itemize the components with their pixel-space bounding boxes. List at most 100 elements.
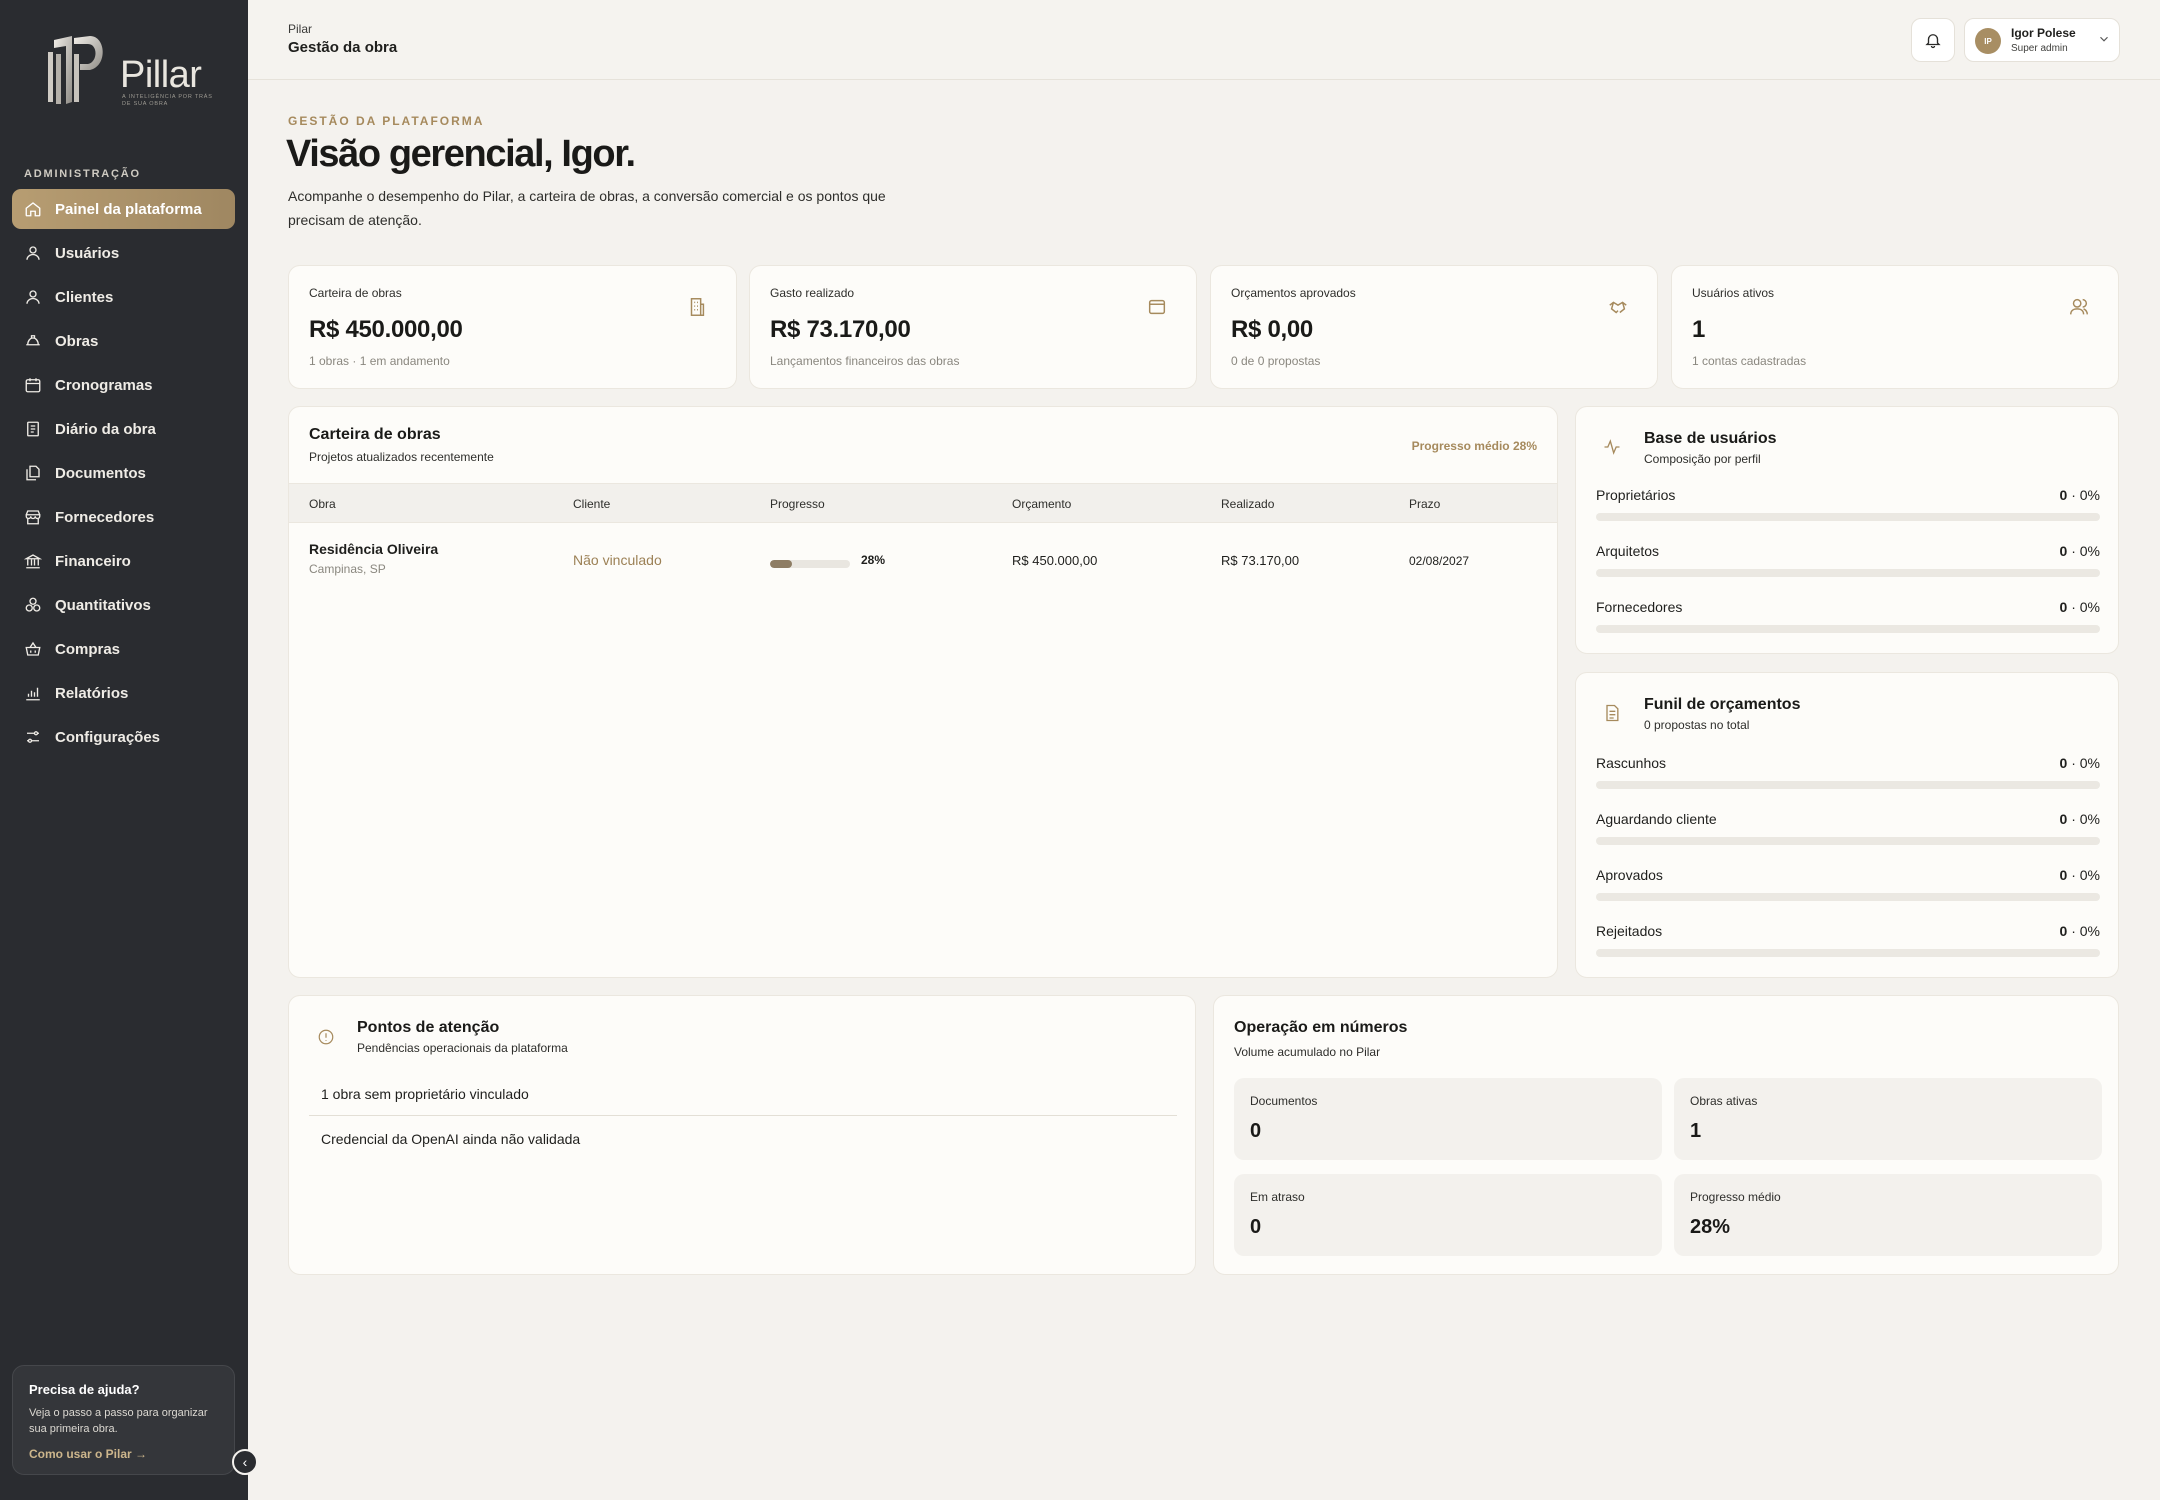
stat-value: 0 · 0% [2059, 755, 2100, 771]
stat-percent: 0% [2079, 867, 2100, 883]
column-header[interactable]: Progresso [770, 497, 825, 511]
stat-row: Rascunhos 0 · 0% [1596, 755, 2100, 789]
blocks-icon [24, 596, 42, 614]
sidebar-item-label: Diário da obra [55, 420, 156, 438]
sidebar-item-label: Painel da plataforma [55, 200, 202, 218]
operations-title: Operação em números [1234, 1019, 1408, 1036]
sidebar-item-financeiro[interactable]: Financeiro [12, 541, 235, 581]
column-header[interactable]: Cliente [573, 497, 610, 511]
sidebar-item-label: Relatórios [55, 684, 129, 702]
breadcrumb-current: Gestão da obra [288, 39, 398, 56]
attention-item[interactable]: Credencial da OpenAI ainda não validada [321, 1131, 580, 1147]
sidebar-section-label: ADMINISTRAÇÃO [24, 168, 141, 180]
kpi-label: Carteira de obras [309, 286, 402, 300]
stat-percent: 0% [2079, 811, 2100, 827]
stat-row: Proprietários 0 · 0% [1596, 487, 2100, 521]
sidebar-item-painel[interactable]: Painel da plataforma [12, 189, 235, 229]
kpi-card-users: Usuários ativos 1 1 contas cadastradas [1671, 265, 2119, 389]
sidebar-item-label: Clientes [55, 288, 114, 306]
stat-percent: 0% [2079, 755, 2100, 771]
column-header[interactable]: Obra [309, 497, 336, 511]
notifications-button[interactable] [1911, 18, 1955, 62]
sidebar-item-fornecedores[interactable]: Fornecedores [12, 497, 235, 537]
funnel-title: Funil de orçamentos [1644, 696, 1801, 713]
metric-tile-delayed: Em atraso 0 [1234, 1174, 1662, 1256]
portfolio-card: Carteira de obras Projetos atualizados r… [288, 406, 1558, 978]
metric-tile-avg-progress: Progresso médio 28% [1674, 1174, 2102, 1256]
user-menu-button[interactable]: IP Igor Polese Super admin [1964, 18, 2120, 62]
project-location: Campinas, SP [309, 562, 386, 576]
help-link[interactable]: Como usar o Pilar → [29, 1447, 218, 1461]
sidebar-item-label: Financeiro [55, 552, 131, 570]
sidebar-item-diario[interactable]: Diário da obra [12, 409, 235, 449]
kpi-label: Gasto realizado [770, 286, 855, 300]
stat-row: Aguardando cliente 0 · 0% [1596, 811, 2100, 845]
user-name: Igor Polese [2011, 26, 2076, 40]
column-header[interactable]: Orçamento [1012, 497, 1071, 511]
metric-tile-active-projects: Obras ativas 1 [1674, 1078, 2102, 1160]
collapse-sidebar-button[interactable]: ‹ [232, 1449, 258, 1475]
sidebar-item-configuracoes[interactable]: Configurações [12, 717, 235, 757]
user-base-title: Base de usuários [1644, 430, 1777, 447]
document-icon [1606, 704, 1619, 722]
sidebar-item-label: Compras [55, 640, 121, 658]
sidebar-item-compras[interactable]: Compras [12, 629, 235, 669]
stat-count: 0 [2059, 599, 2068, 615]
sidebar-item-relatorios[interactable]: Relatórios [12, 673, 235, 713]
page-title: Visão gerencial, Igor. [286, 133, 636, 175]
attention-item[interactable]: 1 obra sem proprietário vinculado [321, 1086, 529, 1102]
stat-value: 0 · 0% [2059, 487, 2100, 503]
sidebar-nav: Painel da plataforma Usuários Clientes O… [12, 189, 235, 761]
journal-icon [24, 420, 42, 438]
stat-value: 0 · 0% [2059, 867, 2100, 883]
kpi-label: Orçamentos aprovados [1231, 286, 1356, 300]
operations-subtitle: Volume acumulado no Pilar [1234, 1045, 1381, 1059]
sidebar-item-label: Fornecedores [55, 508, 155, 526]
basket-icon [24, 640, 42, 658]
metric-label: Em atraso [1250, 1190, 1305, 1204]
kpi-value: R$ 73.170,00 [770, 316, 911, 343]
page-eyebrow: GESTÃO DA PLATAFORMA [288, 114, 485, 128]
sidebar-item-label: Cronogramas [55, 376, 153, 394]
topbar: Pilar Gestão da obra IP Igor Polese Supe… [248, 0, 2160, 80]
stat-bar [1596, 837, 2100, 845]
breadcrumb-parent[interactable]: Pilar [288, 22, 312, 36]
chart-icon [24, 684, 42, 702]
project-budget: R$ 450.000,00 [1012, 553, 1098, 568]
stat-bar [1596, 625, 2100, 633]
budget-funnel-card: Funil de orçamentos 0 propostas no total… [1575, 672, 2119, 978]
help-text: Veja o passo a passo para organizar sua … [29, 1407, 208, 1435]
sidebar-item-documentos[interactable]: Documentos [12, 453, 235, 493]
stat-count: 0 [2059, 755, 2068, 771]
stat-bar [1596, 513, 2100, 521]
project-client[interactable]: Não vinculado [573, 552, 662, 568]
metric-label: Progresso médio [1690, 1190, 1781, 1204]
column-header[interactable]: Realizado [1221, 497, 1274, 511]
brand-logo[interactable]: Pillar A INTELIGÊNCIA POR TRÁS DE SUA OB… [44, 32, 214, 112]
project-name[interactable]: Residência Oliveira [309, 541, 438, 557]
wallet-icon [1148, 299, 1166, 315]
kpi-subtext: 1 contas cadastradas [1692, 354, 1807, 368]
stat-count: 0 [2059, 487, 2068, 503]
sidebar-item-quantitativos[interactable]: Quantitativos [12, 585, 235, 625]
users-icon [2070, 298, 2088, 315]
table-row[interactable]: Residência Oliveira Campinas, SP Não vin… [289, 525, 1557, 595]
user-icon [24, 244, 42, 262]
sidebar-item-usuarios[interactable]: Usuários [12, 233, 235, 273]
portfolio-subtitle: Projetos atualizados recentemente [309, 450, 494, 464]
column-header[interactable]: Prazo [1409, 497, 1440, 511]
user-base-subtitle: Composição por perfil [1644, 452, 1761, 466]
sidebar-item-obras[interactable]: Obras [12, 321, 235, 361]
sidebar-item-clientes[interactable]: Clientes [12, 277, 235, 317]
brand-name: Pillar [120, 54, 202, 96]
kpi-subtext: 1 obras · 1 em andamento [309, 354, 450, 368]
sidebar-item-cronogramas[interactable]: Cronogramas [12, 365, 235, 405]
building-icon [690, 298, 705, 316]
brand-tagline: A INTELIGÊNCIA POR TRÁS DE SUA OBRA [122, 94, 213, 107]
metric-value: 1 [1690, 1120, 1702, 1142]
stat-count: 0 [2059, 811, 2068, 827]
stat-row: Arquitetos 0 · 0% [1596, 543, 2100, 577]
kpi-card-portfolio: Carteira de obras R$ 450.000,00 1 obras … [288, 265, 737, 389]
stat-row: Aprovados 0 · 0% [1596, 867, 2100, 901]
stat-value: 0 · 0% [2059, 923, 2100, 939]
